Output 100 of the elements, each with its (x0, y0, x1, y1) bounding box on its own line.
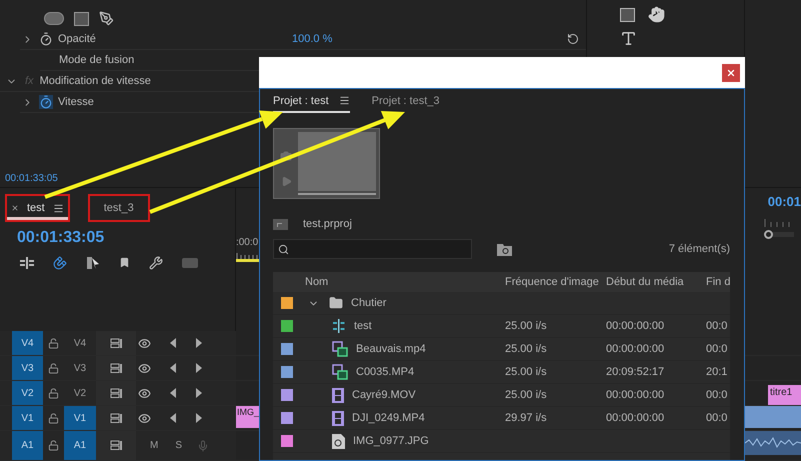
item-name[interactable]: Cayré9.MOV (352, 386, 416, 404)
sequence-tab[interactable]: test (5, 194, 70, 222)
item-name[interactable]: DJI_0249.MP4 (352, 410, 425, 426)
column-header[interactable]: Fréquence d'image (500, 274, 600, 290)
stopwatch-icon[interactable] (39, 95, 53, 109)
color-label[interactable] (280, 366, 292, 378)
eye-icon[interactable] (138, 412, 151, 424)
close-icon[interactable] (11, 204, 19, 212)
column-header[interactable]: Fin d (700, 274, 730, 290)
menu-icon[interactable] (52, 202, 64, 214)
title-clip[interactable]: titre1 (768, 385, 801, 405)
frame-rate: 29.97 i/s (505, 412, 547, 424)
track-name[interactable]: V1 (64, 406, 96, 430)
toggle-output-icon[interactable] (110, 338, 122, 348)
work-area-bar[interactable] (236, 258, 259, 262)
previous-edit-icon[interactable] (170, 413, 176, 423)
audio-waveform[interactable] (745, 431, 801, 455)
linked-clip-icon (332, 341, 348, 357)
source-patch[interactable]: V3 (12, 356, 43, 380)
rectangle-tool-icon[interactable] (620, 8, 635, 22)
project-tab[interactable]: Projet : test_3 (372, 92, 440, 113)
toggle-output-icon[interactable] (110, 440, 122, 451)
next-edit-icon[interactable] (196, 338, 202, 348)
previous-edit-icon[interactable] (170, 363, 176, 373)
image-clip[interactable]: IMG_ (236, 406, 259, 428)
close-button[interactable] (722, 64, 740, 82)
color-label[interactable] (280, 320, 292, 332)
menu-icon[interactable] (338, 95, 350, 106)
stopwatch-icon[interactable] (39, 32, 53, 46)
mute-button[interactable]: M (150, 438, 158, 453)
item-name[interactable]: C0035.MP4 (356, 364, 414, 380)
toggle-output-icon[interactable] (110, 412, 122, 424)
source-patch[interactable]: A1 (12, 431, 43, 460)
media-start: 20:09:52:17 (606, 366, 664, 378)
sequence-icon (332, 319, 346, 333)
source-patch[interactable]: V4 (12, 331, 43, 355)
previous-edit-icon[interactable] (170, 388, 176, 398)
source-patch[interactable]: V2 (12, 381, 43, 405)
property-label: Mode de fusion (59, 52, 134, 68)
item-name[interactable]: Beauvais.mp4 (356, 340, 426, 358)
color-label[interactable] (280, 389, 292, 401)
find-bin-icon[interactable] (497, 242, 512, 256)
property-label: Opacité (58, 32, 96, 47)
search-field[interactable] (273, 239, 472, 259)
previous-edit-icon[interactable] (170, 338, 176, 348)
source-patch[interactable]: V1 (12, 406, 43, 430)
reset-icon[interactable] (567, 33, 579, 45)
track-name[interactable]: V2 (64, 381, 96, 405)
lock-icon[interactable] (48, 338, 59, 348)
track-name[interactable]: A1 (64, 431, 96, 460)
color-label[interactable] (280, 412, 292, 424)
lock-icon[interactable] (48, 412, 59, 424)
type-tool-icon[interactable] (620, 30, 637, 47)
media-start: 00:00:00:00 (606, 342, 664, 355)
snap-icon[interactable] (53, 256, 67, 270)
track-name[interactable]: V3 (64, 356, 96, 380)
eye-icon[interactable] (138, 362, 151, 374)
video-clip[interactable] (745, 406, 801, 428)
color-label[interactable] (280, 343, 292, 355)
hand-tool-icon[interactable] (648, 6, 665, 23)
color-label[interactable] (280, 297, 292, 309)
wrench-icon[interactable] (149, 256, 163, 270)
program-timecode[interactable]: 00:01 (768, 192, 801, 212)
play-icon (280, 176, 292, 187)
color-label[interactable] (280, 435, 292, 447)
frame-rate: 25.00 i/s (505, 342, 547, 355)
lock-icon[interactable] (48, 388, 59, 398)
solo-button[interactable]: S (175, 438, 182, 453)
slider-thumb[interactable] (764, 230, 774, 240)
linked-selection-icon[interactable] (86, 256, 100, 270)
marker-icon[interactable] (119, 257, 130, 268)
property-value[interactable]: 100.0 % (292, 30, 332, 48)
next-edit-icon[interactable] (196, 413, 202, 423)
toggle-output-icon[interactable] (110, 388, 122, 398)
lock-icon[interactable] (48, 440, 59, 451)
eye-icon[interactable] (138, 336, 151, 350)
item-name[interactable]: Chutier (351, 294, 386, 312)
toggle-output-icon[interactable] (110, 362, 122, 374)
item-name[interactable]: test (354, 318, 372, 334)
effect-label: Modification de vitesse (40, 74, 151, 89)
media-end: 20:1 (706, 366, 728, 378)
eye-icon[interactable] (138, 386, 151, 400)
rectangle-icon[interactable] (74, 12, 89, 26)
media-end: 00:0 (706, 412, 728, 424)
film-icon (332, 410, 344, 426)
column-header[interactable]: Nom (300, 274, 500, 290)
time-ruler (762, 219, 790, 228)
sequence-tab[interactable]: test_3 (88, 194, 150, 222)
next-edit-icon[interactable] (196, 363, 202, 373)
next-edit-icon[interactable] (196, 388, 202, 398)
timeline-timecode[interactable]: 00:01:33:05 (17, 226, 235, 250)
item-name[interactable]: IMG_0977.JPG (353, 432, 429, 450)
track-name[interactable]: V4 (64, 331, 96, 355)
timecode[interactable]: 00:01:33:05 (5, 170, 58, 186)
linked-clip-icon (332, 364, 348, 380)
pen-icon[interactable] (99, 11, 114, 26)
insert-sequence-icon[interactable] (20, 256, 34, 269)
item-count: 7 élément(s) (668, 242, 730, 257)
lock-icon[interactable] (48, 362, 59, 374)
column-header[interactable]: Début du média (600, 274, 700, 290)
